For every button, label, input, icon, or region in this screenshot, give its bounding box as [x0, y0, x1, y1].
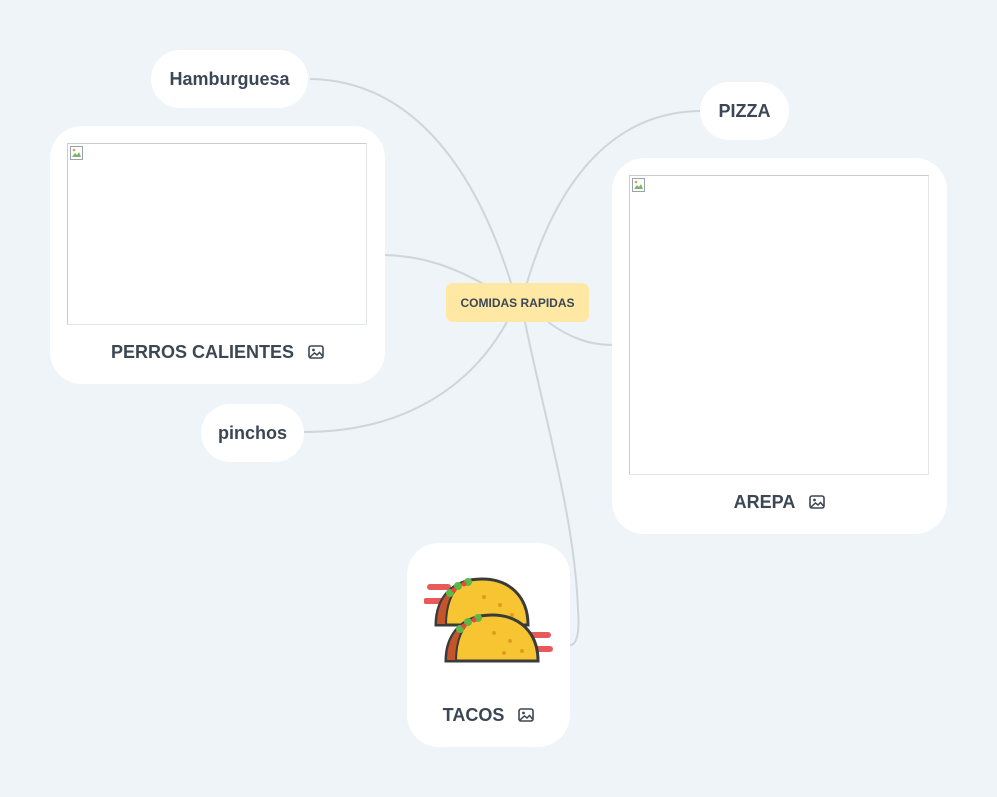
tacos-label-row: TACOS: [407, 703, 570, 727]
node-tacos[interactable]: TACOS: [407, 543, 570, 747]
image-icon[interactable]: [809, 495, 826, 509]
node-pinchos-label: pinchos: [217, 422, 287, 443]
node-pizza[interactable]: PIZZA: [700, 82, 789, 140]
tacos-label: TACOS: [442, 704, 505, 725]
broken-image-icon: [632, 178, 645, 192]
arepa-label-row: AREPA: [612, 490, 947, 514]
broken-image-icon: [70, 146, 83, 160]
node-arepa[interactable]: AREPA: [612, 158, 947, 534]
perros-label-row: PERROS CALIENTES: [50, 340, 385, 364]
link-arepa: [547, 321, 613, 346]
central-topic[interactable]: COMIDAS RAPIDAS: [446, 283, 589, 322]
central-topic-label: COMIDAS RAPIDAS: [460, 295, 575, 310]
perros-image: [67, 143, 367, 325]
node-hamburguesa[interactable]: Hamburguesa: [151, 50, 308, 108]
arepa-label: AREPA: [733, 491, 796, 512]
node-pinchos[interactable]: pinchos: [201, 404, 304, 462]
node-pizza-label: PIZZA: [718, 100, 771, 121]
mindmap-canvas[interactable]: COMIDAS RAPIDAS Hamburguesa PIZZA pincho…: [0, 0, 997, 797]
perros-label: PERROS CALIENTES: [110, 341, 295, 362]
image-icon[interactable]: [518, 708, 535, 722]
arepa-image: [629, 175, 929, 475]
node-perros-calientes[interactable]: PERROS CALIENTES: [50, 126, 385, 384]
node-hamburguesa-label: Hamburguesa: [169, 68, 290, 89]
link-perros: [384, 254, 488, 287]
tacos-illustration: [424, 577, 553, 663]
image-icon[interactable]: [308, 345, 324, 359]
